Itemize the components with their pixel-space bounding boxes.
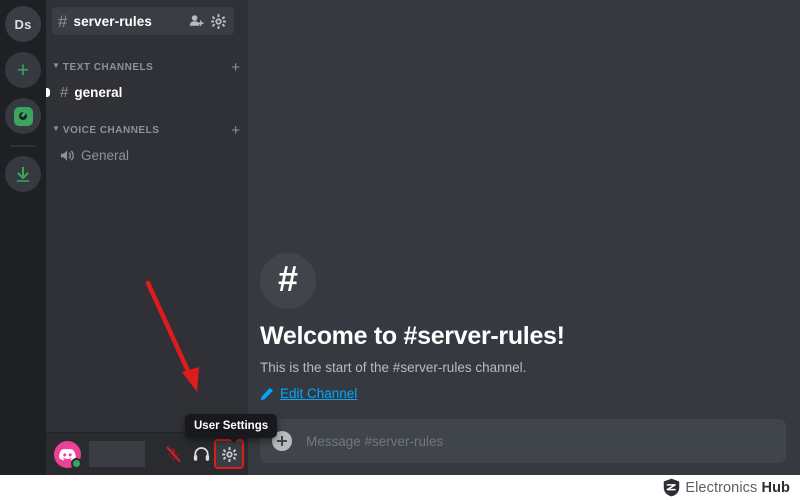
category-label: VOICE CHANNELS <box>62 124 160 136</box>
message-input[interactable]: Message #server-rules <box>306 434 443 449</box>
watermark-bold: Hub <box>761 479 790 496</box>
compass-icon <box>13 106 33 126</box>
channel-name: general <box>74 85 123 100</box>
explore-servers-button[interactable] <box>5 98 41 134</box>
watermark-text: Electronics Hub <box>685 480 790 496</box>
download-arrow-icon <box>16 166 30 182</box>
chevron-down-icon: ▼ <box>52 61 60 70</box>
tooltip-label: User Settings <box>194 420 269 432</box>
microphone-muted-icon <box>165 446 181 462</box>
user-panel <box>46 432 248 475</box>
hash-icon: # <box>60 84 69 101</box>
sidebar-item-general-voice[interactable]: General <box>52 143 242 168</box>
gear-icon[interactable] <box>211 13 226 29</box>
mute-microphone-button[interactable] <box>160 441 186 467</box>
hash-glyph: # <box>277 258 299 299</box>
channel-header: # server-rules <box>46 0 248 42</box>
category-voice-channels[interactable]: ▼ VOICE CHANNELS + <box>46 119 248 141</box>
hash-icon: # <box>58 11 68 31</box>
category-label: TEXT CHANNELS <box>62 61 154 73</box>
chat-area: # Welcome to #server-rules! This is the … <box>248 0 800 475</box>
server-avatar-label: Ds <box>14 16 32 32</box>
headphones-icon <box>193 447 209 461</box>
pencil-icon <box>260 387 273 400</box>
gear-icon <box>221 446 237 462</box>
edit-channel-label: Edit Channel <box>280 386 358 401</box>
chevron-down-icon: ▼ <box>52 124 60 133</box>
watermark-prefix: Electronics <box>685 479 762 496</box>
status-badge-online <box>71 457 82 469</box>
username-redacted <box>89 441 145 467</box>
screenshot-root: Ds + # server-rules ▼ TEXT CHANNELS + # … <box>0 0 800 500</box>
add-voice-channel-button[interactable]: + <box>231 123 240 138</box>
channel-name: General <box>81 148 130 163</box>
channel-sidebar: # server-rules ▼ TEXT CHANNELS + # gener… <box>46 0 248 475</box>
add-person-icon[interactable] <box>189 14 204 28</box>
deafen-headphones-button[interactable] <box>188 441 214 467</box>
avatar[interactable] <box>54 440 82 469</box>
rail-divider <box>10 145 36 147</box>
discord-window: Ds + # server-rules ▼ TEXT CHANNELS + # … <box>0 0 800 475</box>
channel-header-bar[interactable]: # server-rules <box>52 7 234 35</box>
server-rail: Ds + <box>0 0 46 475</box>
hash-icon: # <box>260 253 316 309</box>
channel-title: server-rules <box>73 13 152 29</box>
speaker-icon <box>61 150 74 161</box>
user-settings-button[interactable] <box>214 439 244 469</box>
page-title: Welcome to #server-rules! <box>260 322 565 350</box>
edit-channel-link[interactable]: Edit Channel <box>260 386 800 401</box>
message-composer[interactable]: Message #server-rules <box>260 419 786 463</box>
add-text-channel-button[interactable]: + <box>231 60 240 75</box>
watermark: Electronics Hub <box>663 478 790 497</box>
welcome-subtitle: This is the start of the #server-rules c… <box>260 360 527 375</box>
user-settings-tooltip: User Settings <box>185 414 278 443</box>
shield-icon <box>664 478 680 497</box>
category-text-channels[interactable]: ▼ TEXT CHANNELS + <box>46 56 248 78</box>
sidebar-item-general-text[interactable]: # general <box>46 80 242 105</box>
unread-indicator <box>46 88 50 97</box>
add-server-button[interactable]: + <box>5 52 41 88</box>
channel-welcome-block: # Welcome to #server-rules! This is the … <box>248 253 800 419</box>
plus-icon: + <box>16 58 30 82</box>
server-avatar-ds[interactable]: Ds <box>5 6 41 42</box>
download-apps-button[interactable] <box>5 156 41 192</box>
